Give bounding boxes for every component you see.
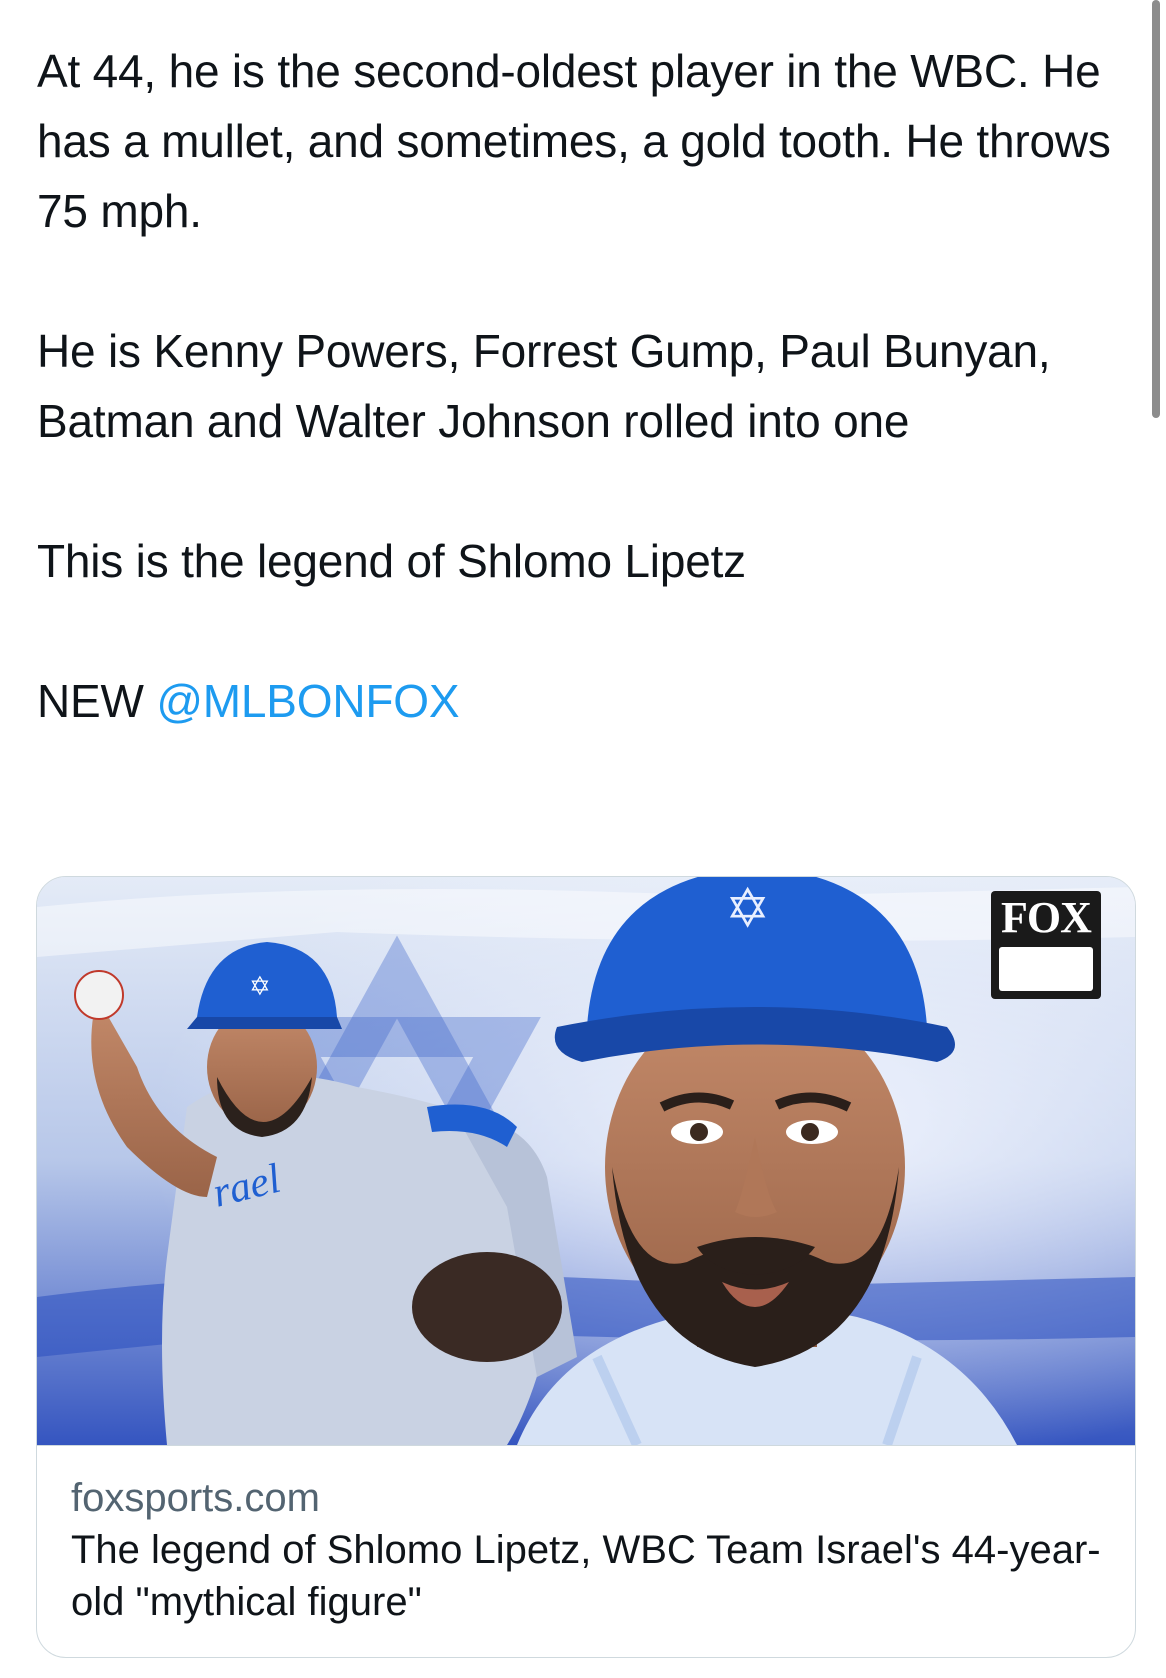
- mlb-silhouette-icon: [999, 947, 1093, 991]
- tweet-prefix: NEW: [37, 675, 144, 727]
- card-image[interactable]: ✡ rael ✡ FOX: [37, 877, 1135, 1446]
- scrollbar[interactable]: [1152, 0, 1160, 418]
- star-of-david-icon: ✡: [725, 877, 770, 940]
- tweet-paragraph-2: He is Kenny Powers, Forrest Gump, Paul B…: [37, 325, 1051, 447]
- logo-text: FOX: [1001, 893, 1092, 942]
- tweet-text: At 44, he is the second-oldest player in…: [37, 36, 1117, 736]
- card-meta: foxsports.com The legend of Shlomo Lipet…: [37, 1446, 1135, 1628]
- card-title[interactable]: The legend of Shlomo Lipetz, WBC Team Is…: [71, 1524, 1101, 1628]
- mention-link[interactable]: @MLBONFOX: [156, 675, 459, 727]
- tweet-paragraph-3: This is the legend of Shlomo Lipetz: [37, 535, 746, 587]
- link-card[interactable]: ✡ rael ✡ FOX foxsports.com The legend of…: [36, 876, 1136, 1658]
- tweet-paragraph-4: NEW @MLBONFOX: [37, 666, 1117, 736]
- article-photo: ✡ rael ✡: [37, 877, 1135, 1445]
- card-domain: foxsports.com: [71, 1476, 320, 1520]
- star-of-david-icon: ✡: [249, 972, 271, 1002]
- fox-mlb-logo-icon: FOX: [991, 891, 1101, 999]
- tweet-paragraph-1: At 44, he is the second-oldest player in…: [37, 45, 1111, 237]
